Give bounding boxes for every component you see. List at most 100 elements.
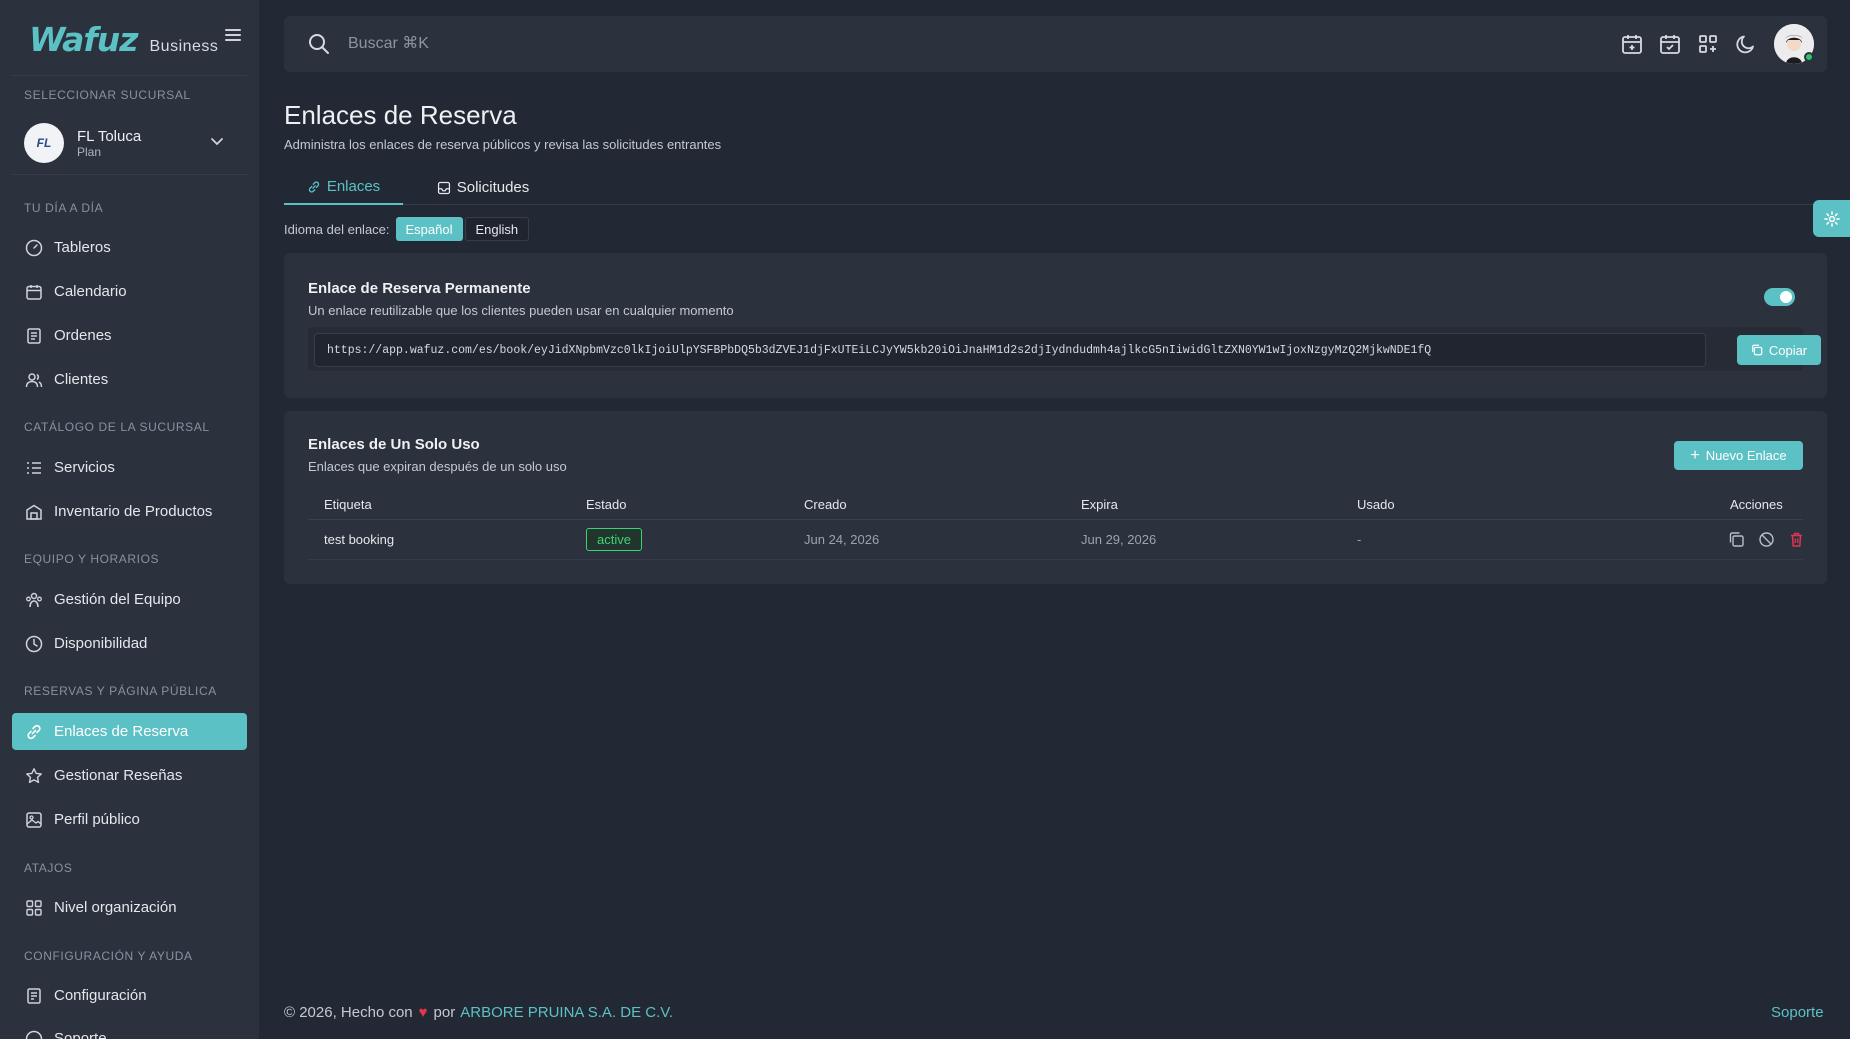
sidebar-item-servicios[interactable]: Servicios (12, 449, 247, 486)
permanent-link-card: Enlace de Reserva Permanente Un enlace r… (284, 253, 1827, 398)
sidebar-item-configuracion[interactable]: Configuración (12, 977, 247, 1014)
team-icon (24, 590, 44, 610)
sidebar-item-soporte[interactable]: Soporte (12, 1020, 247, 1039)
search-input[interactable] (348, 30, 848, 58)
calendar-check-icon[interactable] (1658, 32, 1682, 56)
sidebar-item-label: Nivel organización (54, 899, 177, 916)
column-header-created: Creado (804, 497, 847, 512)
footer-by: por (433, 1004, 456, 1021)
link-icon (24, 722, 44, 742)
brand[interactable]: Wafuz Business (29, 16, 218, 60)
online-status-dot (1804, 52, 1814, 62)
tab-enlaces[interactable]: Enlaces (284, 170, 403, 205)
sidebar-item-label: Perfil público (54, 811, 140, 828)
tab-solicitudes[interactable]: Solicitudes (423, 170, 543, 205)
sidebar-item-nivel[interactable]: Nivel organización (12, 889, 247, 926)
sidebar: Wafuz Business SELECCIONAR SUCURSAL FL F… (0, 0, 259, 1039)
language-option-english[interactable]: English (464, 217, 530, 241)
card-title: Enlace de Reserva Permanente (308, 280, 531, 297)
menu-icon[interactable] (225, 29, 241, 41)
moon-icon[interactable] (1734, 32, 1758, 56)
card-subtitle: Enlaces que expiran después de un solo u… (308, 459, 567, 474)
sidebar-item-label: Enlaces de Reserva (54, 723, 189, 740)
disable-icon[interactable] (1758, 531, 1775, 548)
new-link-button[interactable]: + Nuevo Enlace (1674, 441, 1803, 470)
gauge-icon (24, 238, 44, 258)
support-link[interactable]: Soporte (1771, 1004, 1824, 1021)
calendar-add-icon[interactable] (1620, 32, 1644, 56)
language-option-spanish[interactable]: Español (395, 217, 463, 241)
page-title: Enlaces de Reserva (284, 100, 517, 130)
inbox-icon (437, 181, 450, 194)
section-label-catalog: CATÁLOGO DE LA SUCURSAL (24, 420, 210, 434)
sidebar-item-label: Calendario (54, 283, 127, 300)
brand-sub: Business (149, 38, 219, 55)
sidebar-item-gestion-equipo[interactable]: Gestión del Equipo (12, 581, 247, 618)
branch-avatar: FL (24, 123, 64, 163)
table-row: test booking active Jun 24, 2026 Jun 29,… (308, 520, 1803, 560)
section-label-daily: TU DÍA A DÍA (24, 201, 104, 215)
chevron-down-icon (211, 138, 223, 146)
cell-used: - (1357, 532, 1362, 547)
column-header-label: Etiqueta (324, 497, 372, 512)
sidebar-item-label: Gestión del Equipo (54, 591, 181, 608)
tabs: Enlaces Solicitudes (284, 170, 1827, 205)
branch-selector[interactable]: FL FL Toluca Plan (24, 121, 224, 165)
copy-icon[interactable] (1728, 531, 1745, 548)
sidebar-item-label: Servicios (54, 459, 115, 476)
section-label-branch: SELECCIONAR SUCURSAL (24, 88, 191, 102)
sidebar-item-label: Gestionar Reseñas (54, 767, 183, 784)
sidebar-item-disponibilidad[interactable]: Disponibilidad (12, 625, 247, 662)
column-header-status: Estado (586, 497, 627, 512)
link-icon (308, 180, 319, 193)
permanent-url-field[interactable]: https://app.wafuz.com/es/book/eyJidXNpbm… (314, 333, 1706, 367)
company-link[interactable]: ARBORE PRUINA S.A. DE C.V. (460, 1004, 673, 1021)
brand-logo: Wafuz (29, 20, 138, 59)
single-use-links-card: Enlaces de Un Solo Uso Enlaces que expir… (284, 411, 1827, 584)
sidebar-item-label: Clientes (54, 371, 109, 388)
footer-copyright: © 2026, Hecho con (284, 1004, 413, 1021)
copy-label: Copiar (1768, 342, 1808, 358)
sidebar-item-label: Inventario de Productos (54, 503, 213, 520)
divider (12, 75, 247, 76)
tab-label: Solicitudes (456, 179, 530, 196)
card-subtitle: Un enlace reutilizable que los clientes … (308, 303, 734, 318)
table-header: Etiqueta Estado Creado Expira Usado Acci… (308, 488, 1803, 520)
sidebar-item-clientes[interactable]: Clientes (12, 361, 247, 398)
sidebar-item-ordenes[interactable]: Ordenes (12, 317, 247, 354)
sidebar-item-label: Disponibilidad (54, 635, 148, 652)
sidebar-item-enlaces[interactable]: Enlaces de Reserva (12, 713, 247, 750)
topbar (284, 16, 1827, 72)
sidebar-item-label: Ordenes (54, 327, 112, 344)
new-link-label: Nuevo Enlace (1705, 448, 1787, 463)
sidebar-item-calendario[interactable]: Calendario (12, 273, 247, 310)
cell-created: Jun 24, 2026 (804, 532, 880, 547)
language-selector: Idioma del enlace: Español English (284, 217, 530, 241)
sidebar-item-tableros[interactable]: Tableros (12, 229, 247, 266)
sidebar-item-label: Soporte (54, 1030, 107, 1039)
help-icon (24, 1029, 44, 1039)
gear-icon (1823, 210, 1840, 227)
copy-button[interactable]: Copiar (1737, 335, 1821, 365)
permanent-link-toggle[interactable] (1764, 288, 1795, 306)
settings-button[interactable] (1813, 200, 1850, 237)
calendar-icon (24, 282, 44, 302)
status-badge: active (586, 528, 642, 551)
sidebar-item-inventario[interactable]: Inventario de Productos (12, 493, 247, 530)
list-icon (24, 458, 44, 478)
image-icon (24, 810, 44, 830)
card-title: Enlaces de Un Solo Uso (308, 436, 480, 453)
sidebar-item-resenas[interactable]: Gestionar Reseñas (12, 757, 247, 794)
cell-expires: Jun 29, 2026 (1081, 532, 1157, 547)
star-icon (24, 766, 44, 786)
trash-icon[interactable] (1788, 531, 1805, 548)
section-label-config: CONFIGURACIÓN Y AYUDA (24, 949, 193, 963)
tab-label: Enlaces (326, 178, 381, 195)
sidebar-item-perfil[interactable]: Perfil público (12, 801, 247, 838)
column-header-used: Usado (1357, 497, 1395, 512)
sidebar-item-label: Configuración (54, 987, 147, 1004)
column-header-actions: Acciones (1730, 497, 1783, 512)
page-subtitle: Administra los enlaces de reserva públic… (284, 137, 722, 152)
copy-icon (1751, 344, 1763, 356)
apps-icon[interactable] (1696, 32, 1720, 56)
